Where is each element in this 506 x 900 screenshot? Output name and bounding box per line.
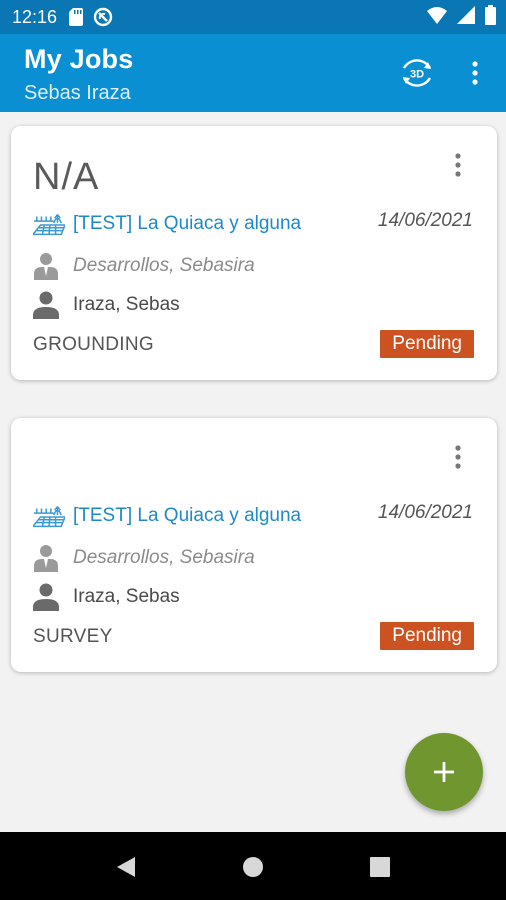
project-row: [TEST] La Quiaca y alguna (33, 210, 301, 238)
person-icon (33, 583, 65, 611)
view-3d-icon: 3D (402, 59, 432, 87)
view-3d-label: 3D (410, 69, 424, 81)
creator-row: Desarrollos, Sebasira (33, 544, 255, 572)
signal-icon (457, 5, 475, 29)
navigation-bar (0, 832, 506, 900)
job-menu-button[interactable] (445, 150, 471, 180)
overflow-menu-button[interactable] (460, 52, 490, 94)
person-icon (33, 291, 65, 319)
view-3d-button[interactable]: 3D (396, 52, 438, 94)
job-card[interactable]: N/A [TEST] La Quiaca y alguna 14/06/2021 (11, 126, 497, 380)
nav-home-button[interactable] (235, 849, 271, 885)
home-icon (243, 857, 263, 877)
plus-icon (434, 762, 454, 782)
job-type: SURVEY (33, 626, 113, 647)
assignee-name: Iraza, Sebas (73, 294, 180, 315)
add-job-button[interactable] (405, 733, 483, 811)
creator-icon (33, 252, 65, 280)
battery-icon (485, 4, 496, 30)
back-icon (117, 857, 135, 877)
field-irrigation-icon (33, 502, 65, 530)
user-name-subtitle: Sebas Iraza (24, 82, 131, 104)
job-type: GROUNDING (33, 334, 154, 355)
job-date: 14/06/2021 (377, 210, 473, 231)
more-vert-icon (472, 61, 478, 85)
status-bar: 12:16 (0, 0, 506, 34)
job-menu-button[interactable] (445, 442, 471, 472)
status-badge: Pending (380, 622, 474, 650)
assignee-row: Iraza, Sebas (33, 583, 180, 611)
wifi-icon (427, 6, 447, 29)
nav-back-button[interactable] (108, 849, 144, 885)
more-vert-icon (455, 153, 461, 177)
creator-name: Desarrollos, Sebasira (73, 547, 255, 568)
status-badge: Pending (380, 330, 474, 358)
creator-row: Desarrollos, Sebasira (33, 252, 255, 280)
sd-card-icon (69, 8, 84, 26)
project-link[interactable]: [TEST] La Quiaca y alguna (73, 505, 301, 527)
job-date: 14/06/2021 (377, 502, 473, 523)
more-vert-icon (455, 445, 461, 469)
project-link[interactable]: [TEST] La Quiaca y alguna (73, 213, 301, 235)
job-card[interactable]: [TEST] La Quiaca y alguna 14/06/2021 Des… (11, 418, 497, 672)
field-irrigation-icon (33, 210, 65, 238)
project-row: [TEST] La Quiaca y alguna (33, 502, 301, 530)
page-title: My Jobs (24, 44, 134, 74)
creator-name: Desarrollos, Sebasira (73, 255, 255, 276)
creator-icon (33, 544, 65, 572)
status-time: 12:16 (12, 6, 58, 27)
sync-disabled-icon (93, 7, 113, 27)
assignee-row: Iraza, Sebas (33, 291, 180, 319)
app-bar: My Jobs Sebas Iraza 3D (0, 34, 506, 112)
recents-icon (370, 857, 390, 877)
job-name: N/A (33, 156, 100, 198)
nav-recents-button[interactable] (362, 849, 398, 885)
assignee-name: Iraza, Sebas (73, 586, 180, 607)
